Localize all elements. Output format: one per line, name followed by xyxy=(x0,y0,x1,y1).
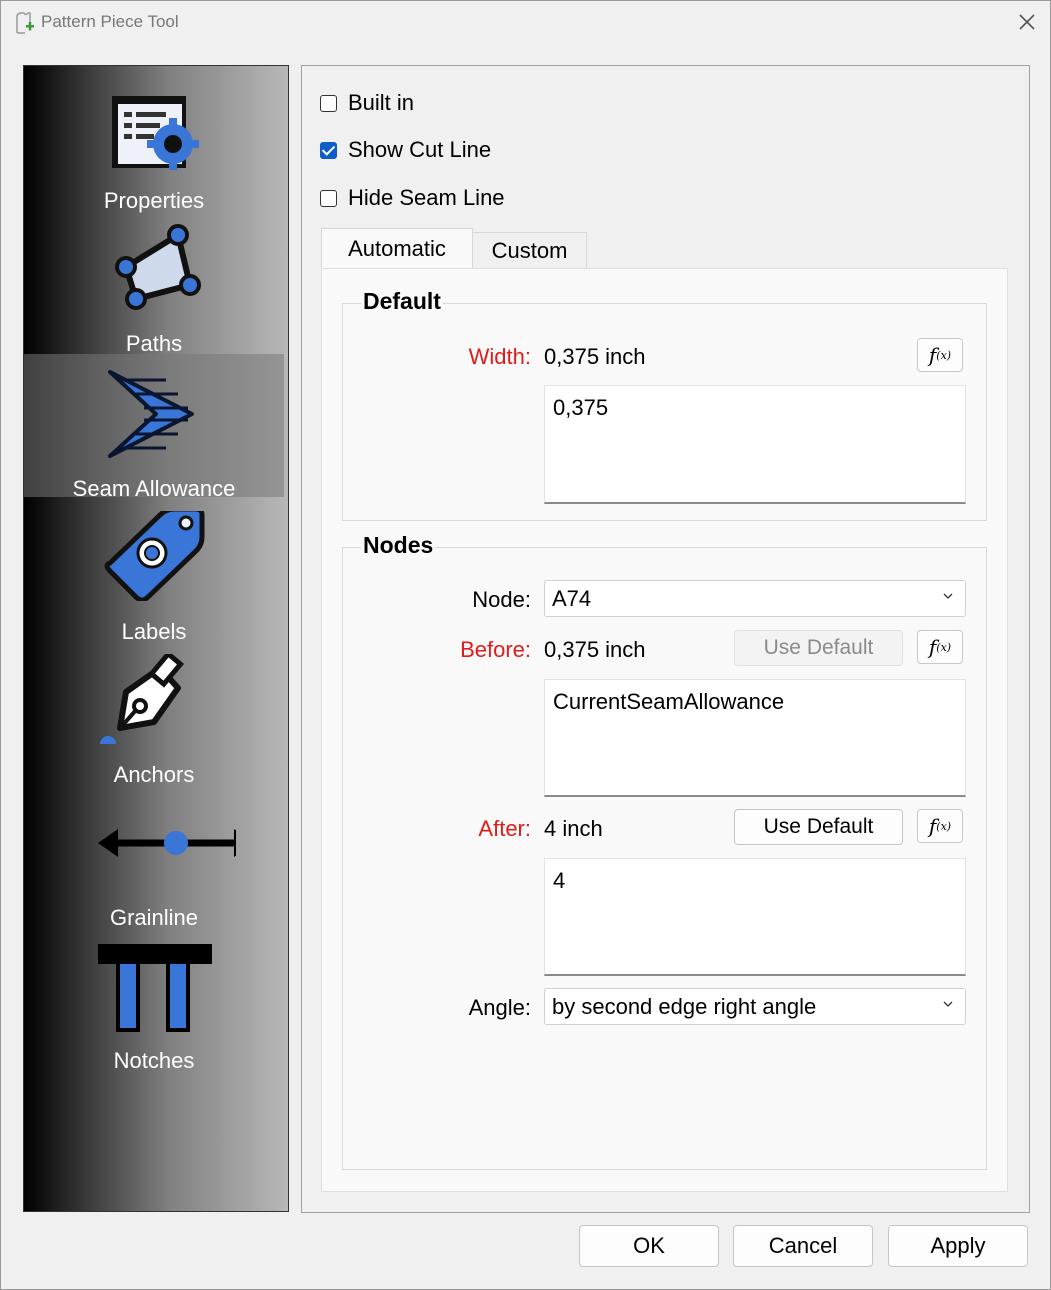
notches-icon xyxy=(98,944,212,1032)
width-label: Width: xyxy=(468,344,531,369)
checkbox-box[interactable] xyxy=(320,189,337,207)
sidebar-item-paths[interactable]: Paths xyxy=(24,209,288,356)
checkbox-label: Built in xyxy=(348,90,415,115)
checkbox-box[interactable] xyxy=(320,94,337,112)
width-value: 0,375 inch xyxy=(544,344,646,369)
after-label: After: xyxy=(478,816,531,841)
node-select-value: A74 xyxy=(552,586,592,611)
angle-label: Angle: xyxy=(468,995,531,1020)
sidebar-item-labels[interactable]: Labels xyxy=(24,497,288,644)
after-formula-button[interactable]: f (x) xyxy=(917,809,963,843)
built-in-checkbox[interactable]: Built in xyxy=(320,89,414,117)
checkbox-label: Hide Seam Line xyxy=(348,185,505,210)
chevron-down-icon xyxy=(943,593,953,599)
node-select[interactable]: A74 xyxy=(544,580,966,617)
checkbox-box[interactable] xyxy=(320,141,337,159)
before-value: 0,375 inch xyxy=(544,637,646,662)
after-use-default-button[interactable]: Use Default xyxy=(734,809,903,845)
main-panel: Built in Show Cut Line Hide Seam Line Au… xyxy=(301,65,1030,1213)
properties-icon xyxy=(112,96,199,170)
before-formula-input[interactable]: CurrentSeamAllowance xyxy=(544,679,966,797)
ok-button[interactable]: OK xyxy=(579,1225,719,1267)
show-cut-line-checkbox[interactable]: Show Cut Line xyxy=(320,136,491,164)
sidebar-item-properties[interactable]: Properties xyxy=(24,66,288,213)
after-formula-input[interactable]: 4 xyxy=(544,858,966,976)
window-title: Pattern Piece Tool xyxy=(41,12,179,31)
fx-icon: f xyxy=(928,635,937,659)
sidebar-item-seam-allowance[interactable]: Seam Allowance xyxy=(24,354,284,501)
angle-select[interactable]: by second edge right angle xyxy=(544,988,966,1025)
fx-sub: (x) xyxy=(936,640,952,654)
node-label: Node: xyxy=(472,587,531,612)
title-bar: Pattern Piece Tool xyxy=(1,1,1050,45)
paths-icon xyxy=(115,224,201,310)
fx-icon: f xyxy=(928,343,937,367)
before-label: Before: xyxy=(460,637,531,662)
chevron-down-icon xyxy=(943,1001,953,1007)
before-formula-button[interactable]: f (x) xyxy=(917,630,963,664)
close-icon[interactable] xyxy=(1016,11,1038,33)
fx-icon: f xyxy=(928,814,937,838)
cancel-button[interactable]: Cancel xyxy=(733,1225,873,1267)
before-use-default-button[interactable]: Use Default xyxy=(734,630,903,666)
width-formula-input[interactable]: 0,375 xyxy=(544,385,966,504)
hide-seam-line-checkbox[interactable]: Hide Seam Line xyxy=(320,184,505,212)
angle-select-value: by second edge right angle xyxy=(552,994,817,1019)
tab-automatic[interactable]: Automatic xyxy=(321,228,473,269)
default-group: Default Width: 0,375 inch f (x) 0,375 xyxy=(342,288,987,521)
checkbox-label: Show Cut Line xyxy=(348,137,492,162)
sidebar-item-label: Notches xyxy=(113,1048,195,1073)
group-title: Default xyxy=(361,288,443,315)
anchors-icon xyxy=(100,654,185,744)
sidebar-item-anchors[interactable]: Anchors xyxy=(24,640,288,787)
apply-button[interactable]: Apply xyxy=(888,1225,1028,1267)
app-icon xyxy=(16,12,34,34)
sidebar-item-grainline[interactable]: Grainline xyxy=(24,783,288,930)
fx-sub: (x) xyxy=(936,819,952,833)
fx-sub: (x) xyxy=(936,348,952,362)
seam-allowance-icon xyxy=(108,370,194,458)
nodes-group: Nodes Node: A74 Before: 0,375 inch Use D… xyxy=(342,532,987,1170)
sidebar: Properties Paths Seam Allowance Labels A… xyxy=(23,65,289,1212)
labels-icon xyxy=(104,511,205,601)
tab-content-automatic: Default Width: 0,375 inch f (x) 0,375 Nod… xyxy=(321,268,1008,1192)
grainline-icon xyxy=(98,829,236,857)
group-title: Nodes xyxy=(361,532,436,559)
dialog-window: Pattern Piece Tool Properties Paths Seam… xyxy=(0,0,1051,1290)
sidebar-item-notches[interactable]: Notches xyxy=(24,926,288,1073)
after-value: 4 inch xyxy=(544,816,603,841)
tab-custom[interactable]: Custom xyxy=(473,232,587,269)
width-formula-button[interactable]: f (x) xyxy=(917,338,963,372)
